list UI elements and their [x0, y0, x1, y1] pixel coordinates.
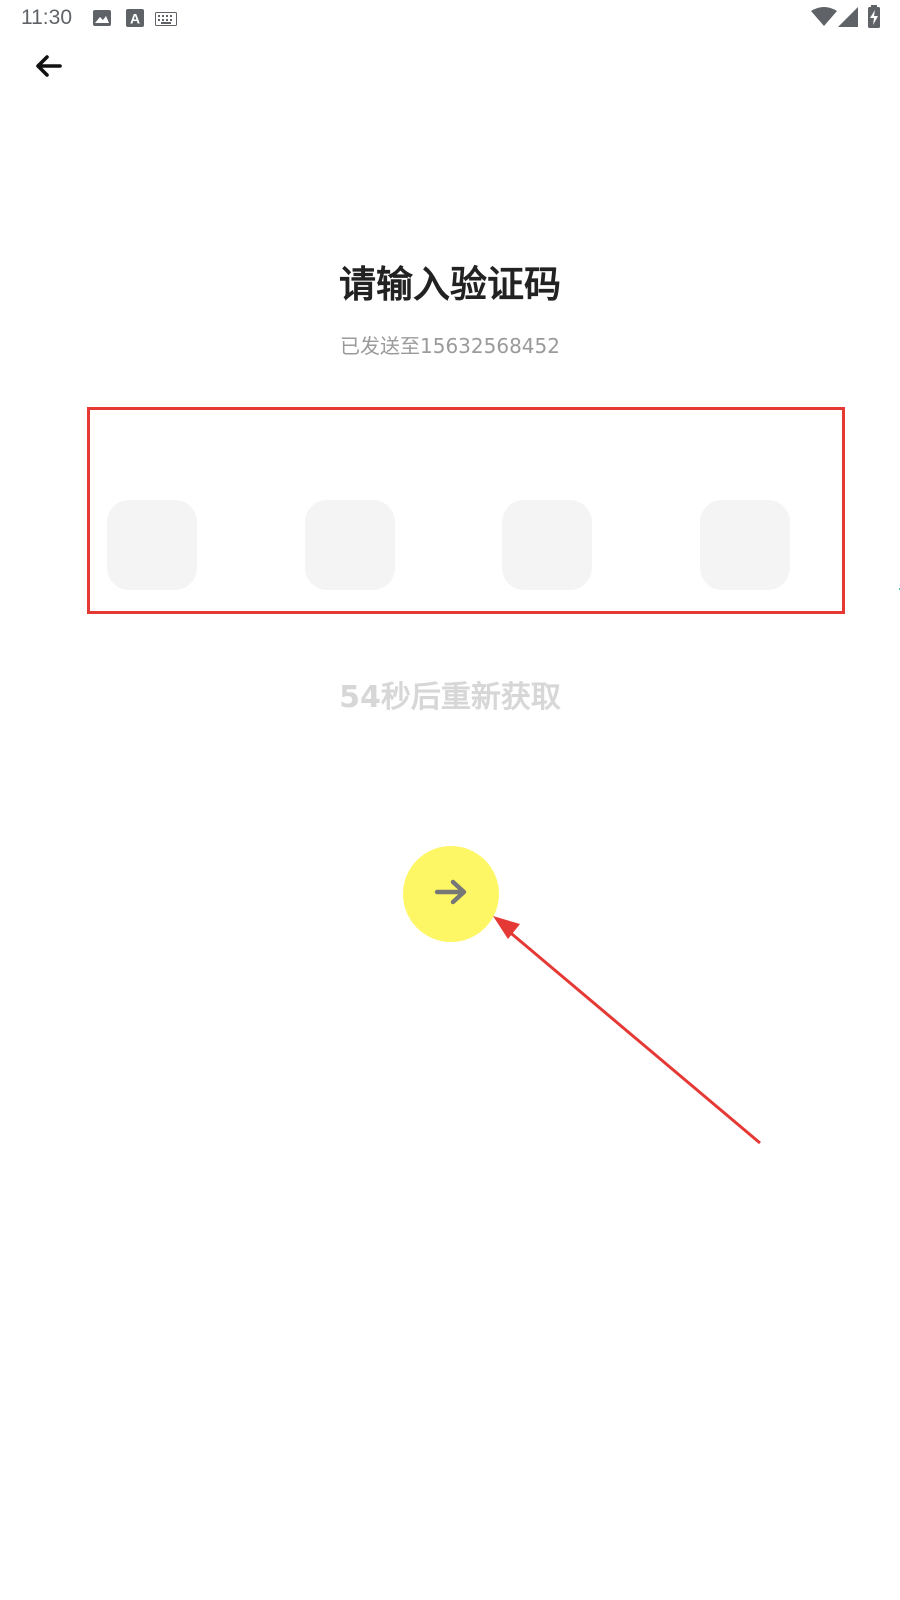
code-input-cell-3[interactable]: [502, 500, 592, 590]
arrow-left-icon: [34, 54, 62, 82]
resend-countdown: 54秒后重新获取: [339, 680, 561, 715]
next-button[interactable]: [403, 846, 499, 942]
svg-text:A: A: [130, 11, 140, 27]
code-input-cell-1[interactable]: [107, 500, 197, 590]
code-input-cell-4[interactable]: [700, 500, 790, 590]
page-title: 请输入验证码: [339, 263, 561, 306]
annotation-arrow: [493, 916, 761, 1145]
text-a-icon: A: [125, 8, 145, 32]
back-button[interactable]: [28, 48, 68, 88]
image-icon: [92, 8, 112, 32]
signal-icon: [838, 7, 858, 31]
battery-charging-icon: [867, 5, 881, 33]
keyboard-icon: [155, 11, 177, 30]
sent-to-phone-text: 已发送至15632568452: [340, 334, 560, 358]
arrow-right-icon: [434, 878, 468, 910]
code-input-cell-2[interactable]: [305, 500, 395, 590]
status-time: 11:30: [21, 6, 72, 29]
status-bar: 11:30 A: [0, 0, 900, 36]
wifi-icon: [811, 7, 837, 31]
